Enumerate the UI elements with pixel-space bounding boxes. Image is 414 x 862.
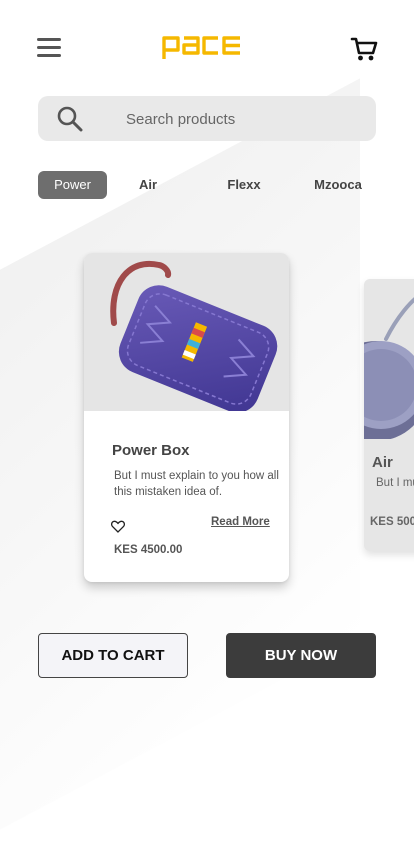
- product-description: But I must explain to you how all this m…: [114, 470, 279, 498]
- tab-mzooca[interactable]: Mzooca: [306, 171, 370, 199]
- product-image: [364, 279, 414, 441]
- menu-icon-bar: [37, 38, 61, 41]
- category-tabs: Power Air Flexx Mzooca: [38, 171, 414, 199]
- add-to-cart-button[interactable]: ADD TO CART: [38, 633, 188, 678]
- product-card[interactable]: Air But I must explain to you how KES 50…: [364, 279, 414, 551]
- menu-button[interactable]: [37, 38, 63, 60]
- tab-power[interactable]: Power: [38, 171, 107, 199]
- product-description: But I must explain to you how: [376, 477, 414, 489]
- menu-icon-bar: [37, 54, 61, 57]
- tab-air[interactable]: Air: [128, 171, 168, 199]
- speaker-image: [110, 260, 278, 413]
- top-bar: pace: [0, 0, 414, 90]
- logo-icon: [162, 36, 240, 59]
- read-more-link[interactable]: Read More: [211, 516, 270, 528]
- search-input[interactable]: [124, 96, 368, 143]
- search-bar: [38, 96, 376, 143]
- product-price: KES 500: [370, 516, 414, 528]
- menu-icon-bar: [37, 46, 61, 49]
- brand-logo: pace: [161, 34, 243, 62]
- product-card[interactable]: Power Box But I must explain to you how …: [84, 253, 289, 582]
- product-image: [84, 253, 289, 413]
- product-title: Air: [372, 454, 393, 471]
- search-icon[interactable]: [56, 105, 84, 133]
- tab-flexx[interactable]: Flexx: [218, 171, 270, 199]
- product-title: Power Box: [112, 442, 190, 459]
- buy-now-button[interactable]: BUY NOW: [226, 633, 376, 678]
- round-speaker-image: [364, 297, 414, 441]
- heart-outline-icon[interactable]: [111, 520, 125, 533]
- cart-button[interactable]: [350, 36, 378, 62]
- product-price: KES 4500.00: [114, 544, 183, 556]
- shopping-cart-icon: [350, 37, 378, 61]
